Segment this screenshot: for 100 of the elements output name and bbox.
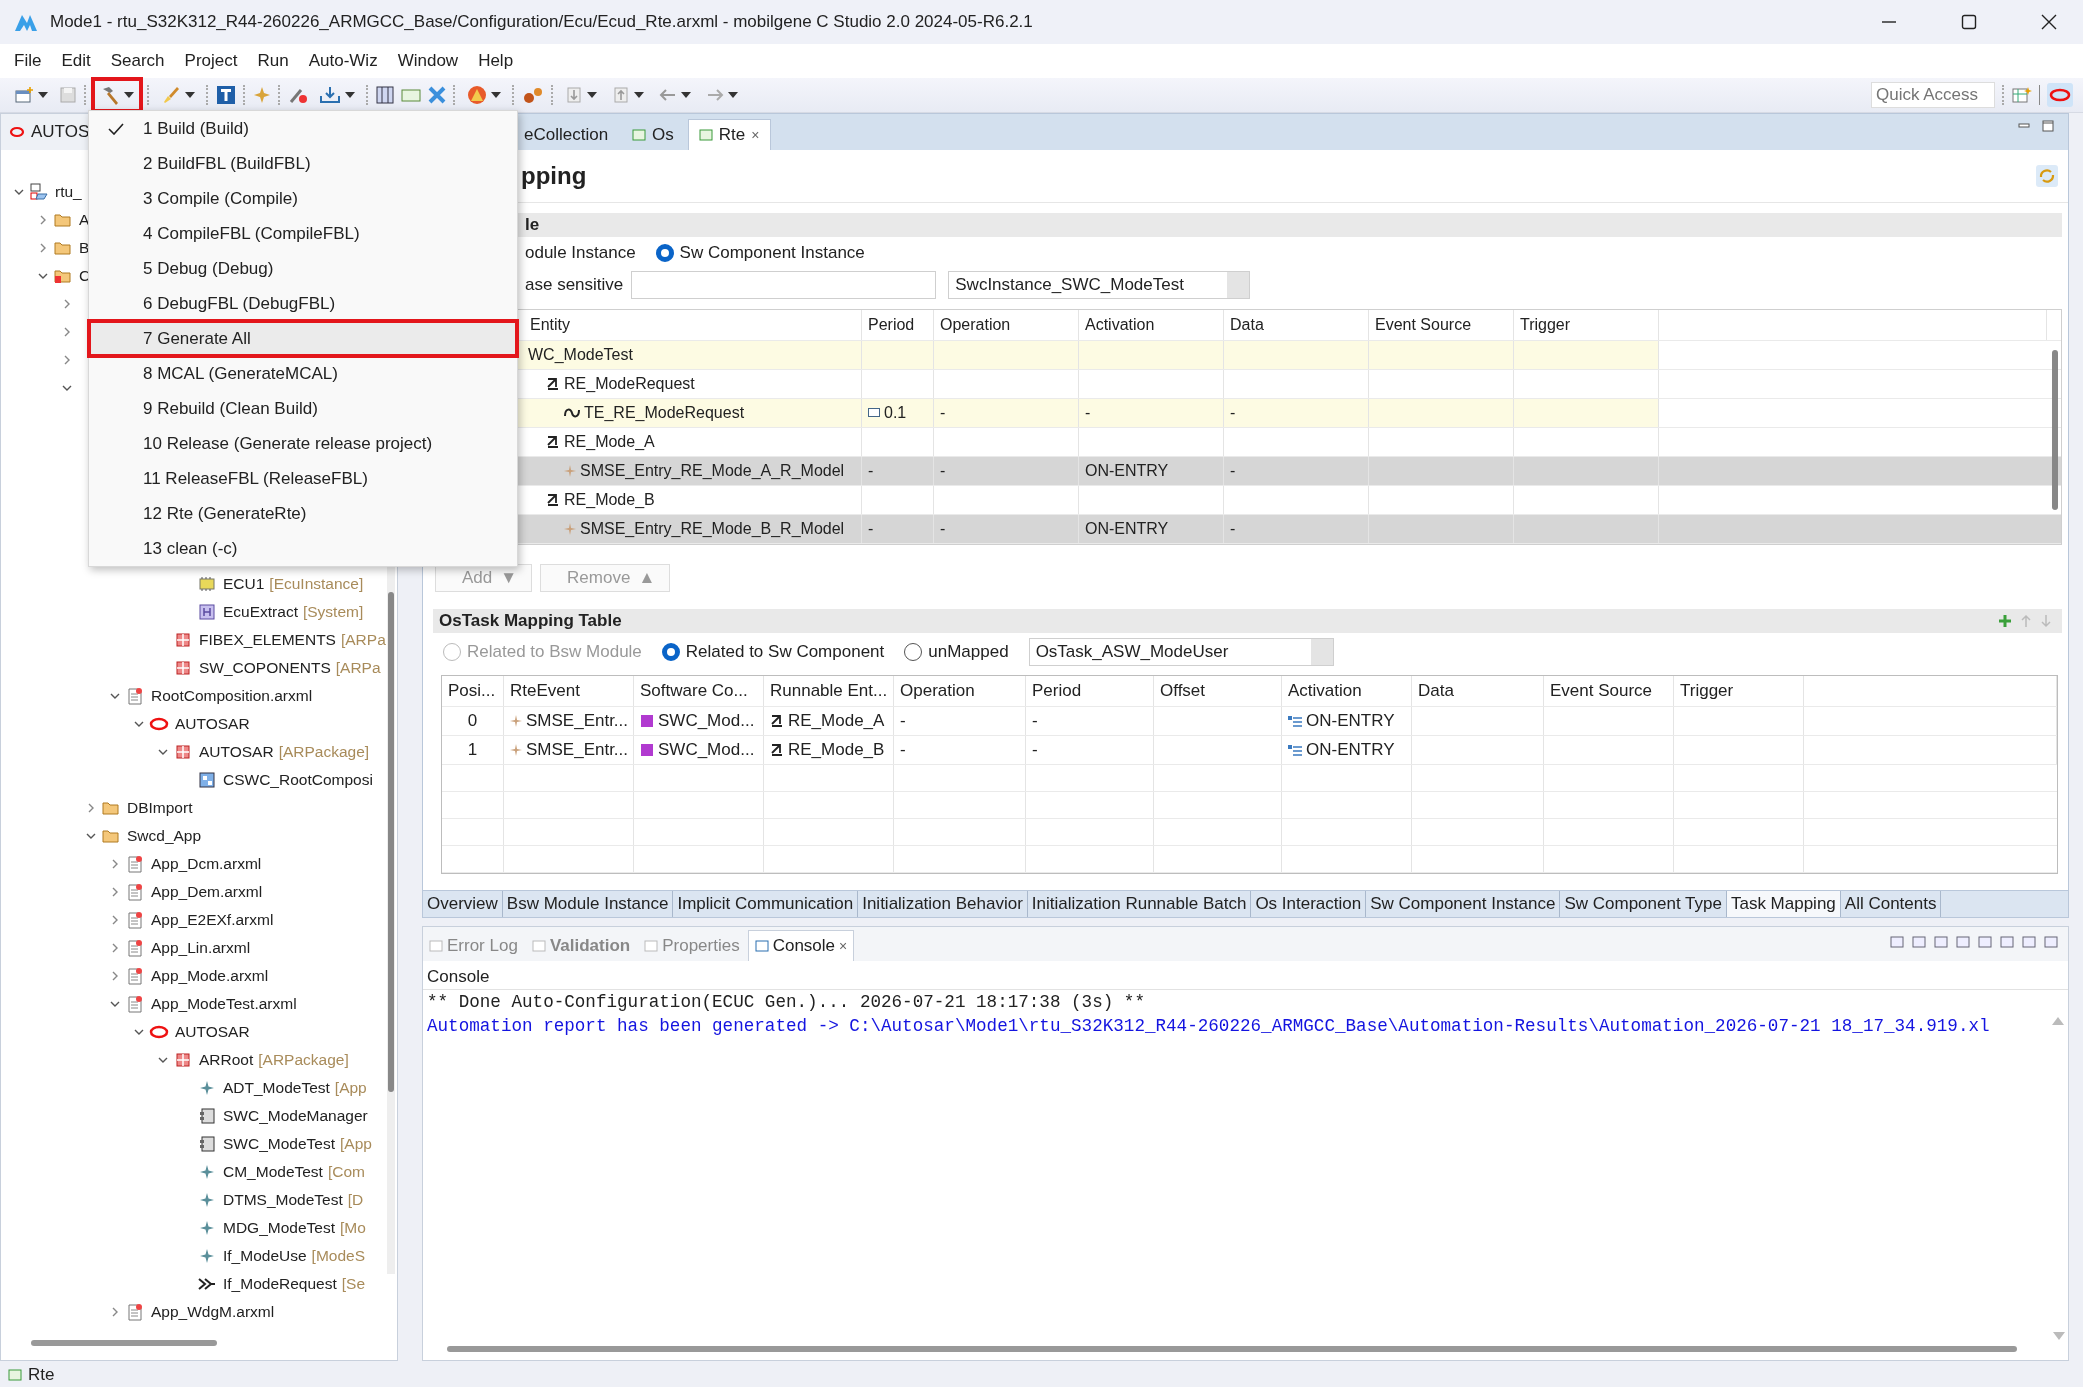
instance-combo[interactable]: SwcInstance_SWC_ModeTest xyxy=(948,271,1251,299)
tree-item[interactable]: B xyxy=(79,239,90,257)
column-header[interactable]: Software Co... xyxy=(634,676,764,706)
caret-icon[interactable] xyxy=(491,92,501,98)
column-header[interactable]: Period xyxy=(1026,676,1154,706)
perspective-icon[interactable] xyxy=(2012,86,2032,104)
page-tab[interactable]: Initialization Behavior xyxy=(858,891,1028,917)
tree-item[interactable]: If_ModeRequest xyxy=(223,1275,337,1293)
caret-icon[interactable] xyxy=(38,92,48,98)
view-tab[interactable]: Console × xyxy=(747,930,855,961)
lock-icon[interactable] xyxy=(1912,935,1926,949)
tree-item[interactable]: App_Mode.arxml xyxy=(151,967,269,985)
tree-item[interactable]: rtu_ xyxy=(55,183,82,201)
page-tab[interactable]: Overview xyxy=(423,891,503,917)
tree-item[interactable]: DBImport xyxy=(127,799,193,817)
pin-icon[interactable] xyxy=(1934,935,1948,949)
page-tab[interactable]: Implicit Communication xyxy=(673,891,859,917)
column-header[interactable]: Event Source xyxy=(1544,676,1674,706)
radio-button[interactable] xyxy=(655,244,674,262)
menu-item[interactable]: 4 CompileFBL (CompileFBL) xyxy=(89,216,517,251)
refresh-icon[interactable] xyxy=(2036,165,2058,187)
menu-item[interactable]: Window xyxy=(387,47,469,75)
menu-item[interactable]: 3 Compile (Compile) xyxy=(89,181,517,216)
build-button[interactable] xyxy=(94,80,140,110)
column-header[interactable]: Data xyxy=(1224,310,1369,340)
clear-icon[interactable] xyxy=(1890,935,1904,949)
tree-item[interactable]: App_Lin.arxml xyxy=(151,939,251,957)
caret-icon[interactable] xyxy=(185,92,195,98)
maximize-icon[interactable] xyxy=(2044,935,2058,949)
minimize-icon[interactable] xyxy=(2022,935,2036,949)
column-header[interactable]: Activation xyxy=(1282,676,1412,706)
menu-item[interactable]: Run xyxy=(247,47,299,75)
add-icon[interactable] xyxy=(1998,614,2012,628)
menu-item[interactable]: 7 Generate All xyxy=(89,321,517,356)
tree-item[interactable]: EcuExtract xyxy=(223,603,298,621)
tree-item[interactable]: Swcd_App xyxy=(127,827,202,845)
t-icon[interactable] xyxy=(216,85,236,105)
menu-item[interactable]: Edit xyxy=(51,47,101,75)
menu-item[interactable]: Search xyxy=(100,47,175,75)
tree-item[interactable]: ECU1 xyxy=(223,575,265,593)
menu-item[interactable]: Help xyxy=(468,47,524,75)
menu-item[interactable]: Auto-Wiz xyxy=(298,47,388,75)
scroll-up-icon[interactable] xyxy=(2052,1017,2064,1025)
tree-item[interactable]: App_WdgM.arxml xyxy=(151,1303,275,1321)
column-header[interactable]: Event Source xyxy=(1369,310,1514,340)
tree-item[interactable]: App_ModeTest.arxml xyxy=(151,995,297,1013)
filter-field[interactable] xyxy=(631,271,937,299)
radio-label[interactable]: unMapped xyxy=(928,642,1009,662)
close-tab-icon[interactable]: × xyxy=(839,938,848,954)
scrollbar[interactable] xyxy=(388,592,394,1092)
tree-item[interactable]: ADT_ModeTest xyxy=(223,1079,330,1097)
menu-item[interactable]: 6 DebugFBL (DebugFBL) xyxy=(89,286,517,321)
view-tab[interactable]: AUTOS xyxy=(31,122,90,142)
editor-tab[interactable]: eCollection xyxy=(520,120,619,150)
scrollbar[interactable] xyxy=(447,1346,2017,1352)
radio-button[interactable] xyxy=(661,643,680,661)
maximize-icon[interactable] xyxy=(2042,120,2054,132)
tree-item[interactable]: SWC_ModeTest xyxy=(223,1135,335,1153)
menu-item[interactable]: 1 Build (Build) xyxy=(89,111,517,146)
tree-item[interactable]: ARRoot xyxy=(199,1051,254,1069)
ring-icon[interactable] xyxy=(2047,83,2073,107)
open-icon[interactable] xyxy=(1956,935,1970,949)
column-header[interactable]: Posi... xyxy=(442,676,504,706)
column-header[interactable]: Trigger xyxy=(1674,676,1804,706)
tree-item[interactable]: SWC_ModeManager xyxy=(223,1107,368,1125)
display-icon[interactable] xyxy=(1978,935,1992,949)
column-header[interactable]: Offset xyxy=(1154,676,1282,706)
quick-access-field[interactable]: Quick Access xyxy=(1871,82,1995,108)
menu-item[interactable]: Project xyxy=(174,47,248,75)
editor-tab[interactable]: Os xyxy=(622,120,684,150)
menu-item[interactable]: 5 Debug (Debug) xyxy=(89,251,517,286)
caret-icon[interactable] xyxy=(345,92,355,98)
tree-item[interactable]: App_Dcm.arxml xyxy=(151,855,262,873)
tree-item[interactable]: AUTOSAR xyxy=(199,743,274,761)
column-header[interactable]: Entity xyxy=(524,310,862,340)
tree-item[interactable]: SW_COPONENTS xyxy=(199,659,331,677)
tree-item[interactable]: RootComposition.arxml xyxy=(151,687,313,705)
tree-item[interactable]: If_ModeUse xyxy=(223,1247,307,1265)
radio-button[interactable] xyxy=(904,643,923,661)
tree-item[interactable]: AUTOSAR xyxy=(175,1023,250,1041)
caret-icon[interactable] xyxy=(681,92,691,98)
radio-label[interactable]: Related to Sw Component xyxy=(685,642,885,662)
menu-item[interactable]: 2 BuildFBL (BuildFBL) xyxy=(89,146,517,181)
caret-icon[interactable] xyxy=(634,92,644,98)
editor-tab[interactable]: Rte × xyxy=(687,119,771,150)
scrollbar[interactable] xyxy=(2052,350,2058,510)
scroll-down-icon[interactable] xyxy=(2053,1332,2065,1340)
new-icon[interactable] xyxy=(2000,935,2014,949)
page-tab[interactable]: Os Interaction xyxy=(1251,891,1367,917)
column-header[interactable]: Data xyxy=(1412,676,1544,706)
column-header[interactable]: Trigger xyxy=(1514,310,1659,340)
column-header[interactable]: Runnable Ent... xyxy=(764,676,894,706)
column-header[interactable]: Operation xyxy=(934,310,1079,340)
page-tab[interactable]: All Contents xyxy=(1840,891,1942,917)
task-combo[interactable]: OsTask_ASW_ModeUser xyxy=(1028,638,1334,666)
page-tab[interactable]: Bsw Module Instance xyxy=(502,891,674,917)
page-tab[interactable]: Task Mapping xyxy=(1726,891,1841,917)
page-tab[interactable]: Sw Component Instance xyxy=(1366,891,1561,917)
scrollbar[interactable] xyxy=(31,1340,217,1346)
column-header[interactable]: Period xyxy=(862,310,934,340)
